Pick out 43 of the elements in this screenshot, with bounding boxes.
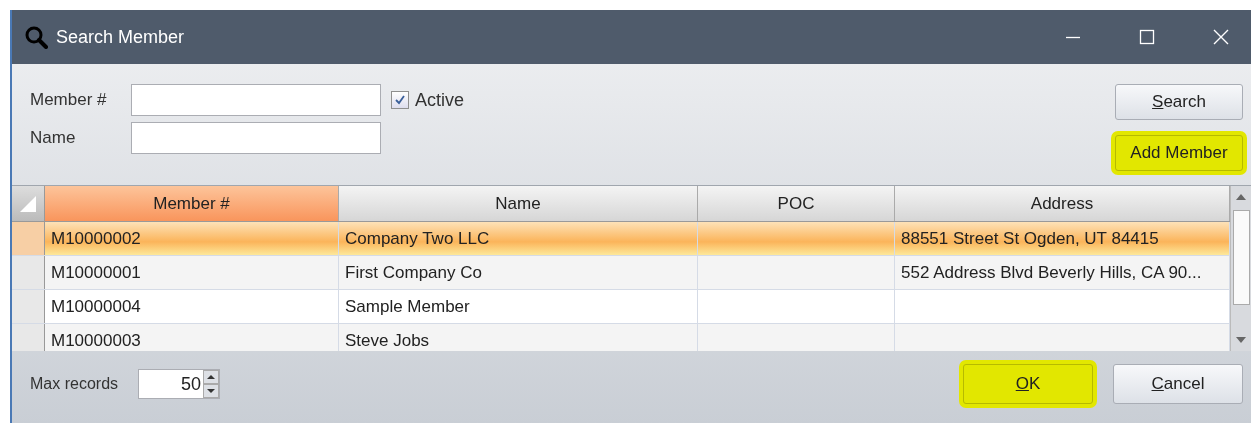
member-number-field[interactable] <box>131 84 381 116</box>
dialog-button[interactable]: Search <box>1115 84 1243 120</box>
table-cell: First Company Co <box>345 262 482 283</box>
search-icon <box>24 25 48 49</box>
table-cell: 88551 Street St Ogden, UT 84415 <box>901 228 1159 249</box>
field-label: Member # <box>30 90 108 110</box>
increment-icon[interactable] <box>203 370 220 384</box>
row-header[interactable] <box>12 222 45 255</box>
dialog-button[interactable]: Cancel <box>1113 364 1243 404</box>
number-spinner[interactable]: 50 <box>138 369 221 399</box>
scroll-down-icon[interactable] <box>1236 337 1246 343</box>
checkbox[interactable] <box>391 91 409 109</box>
vertical-scrollbar[interactable] <box>1230 186 1251 351</box>
field-label: Name <box>30 128 77 148</box>
table-cell: M10000002 <box>51 228 141 249</box>
table-row[interactable]: M10000002 Company Two LLC 88551 Street St Ogden, UT 84415 <box>12 222 1230 256</box>
table-cell: M10000003 <box>51 330 141 351</box>
table-cell: 552 Address Blvd Beverly Hills, CA 90... <box>901 262 1202 283</box>
table-cell: M10000004 <box>51 296 141 317</box>
table-cell: Company Two LLC <box>345 228 490 249</box>
decrement-icon[interactable] <box>203 384 220 398</box>
table-row[interactable]: M10000003 Steve Jobs <box>12 324 1230 351</box>
table-row[interactable]: M10000004 Sample Member <box>12 290 1230 324</box>
row-header[interactable] <box>12 256 45 289</box>
field-label: Max records <box>30 375 119 393</box>
name-field[interactable] <box>131 122 381 154</box>
scroll-up-icon[interactable] <box>1236 194 1246 200</box>
table-cell: M10000001 <box>51 262 141 283</box>
checkmark-icon <box>394 94 406 106</box>
close-icon[interactable] <box>1213 29 1229 45</box>
table-cell: Steve Jobs <box>345 330 430 351</box>
row-header[interactable] <box>12 290 45 323</box>
scroll-thumb[interactable] <box>1232 210 1250 305</box>
column-header[interactable]: POC <box>698 186 895 221</box>
column-header[interactable]: Name <box>339 186 698 221</box>
window-title: Search Member <box>56 26 185 48</box>
table-cell: Sample Member <box>345 296 470 317</box>
checkbox-label: Active <box>415 89 465 111</box>
table-row[interactable]: M10000001 First Company Co 552 Address Blvd Beverly Hills, CA 90... <box>12 256 1230 290</box>
column-header[interactable]: Member # <box>45 186 339 221</box>
row-header[interactable] <box>12 324 45 351</box>
maximize-icon[interactable] <box>1139 29 1155 45</box>
select-all-corner[interactable] <box>12 186 45 221</box>
